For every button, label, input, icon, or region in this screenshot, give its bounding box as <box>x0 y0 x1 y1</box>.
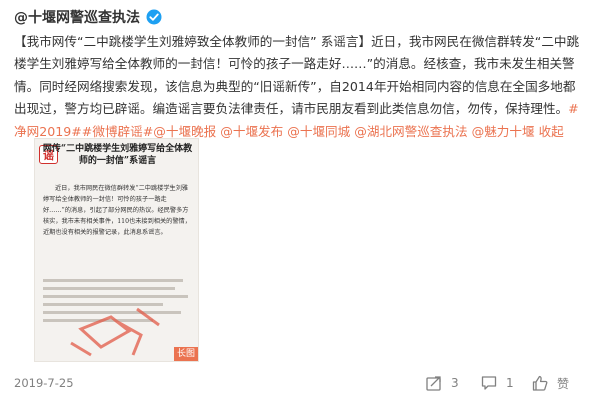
comment-count: 1 <box>506 376 514 390</box>
mention-link[interactable]: @湖北网警巡查执法 <box>354 124 467 139</box>
author-name[interactable]: @十堰网警巡查执法 <box>14 7 140 27</box>
share-button[interactable]: 3 <box>426 373 459 393</box>
post-body-text: 【我市网传“二中跳楼学生刘雅婷致全体教师的一封信” 系谣言】近日，我市网民在微信… <box>14 34 580 117</box>
long-image-badge: 长图 <box>173 347 198 361</box>
post-footer: 2019-7-25 3 1 赞 <box>14 373 574 393</box>
mention-link[interactable]: @十堰同城 <box>287 124 350 139</box>
share-icon <box>426 376 441 391</box>
share-count: 3 <box>451 376 459 390</box>
like-icon <box>532 375 548 391</box>
post-date[interactable]: 2019-7-25 <box>14 376 74 390</box>
mention-link[interactable]: @魅力十堰 <box>472 124 535 139</box>
mention-link[interactable]: @十堰发布 <box>220 124 283 139</box>
image-doc-title: 网传“二中跳楼学生刘雅婷写给全体教师的一封信”系谣言 <box>42 144 193 166</box>
image-doc-body: 近日，我市网民在微信群转发“二中跳楼学生刘雅婷写给全体教师的一封信！可怜的孩子一… <box>43 185 191 236</box>
collapse-link[interactable]: 收起 <box>539 124 564 139</box>
like-button[interactable]: 赞 <box>532 373 569 393</box>
post-text: 【我市网传“二中跳楼学生刘雅婷致全体教师的一封信” 系谣言】近日，我市网民在微信… <box>14 31 580 143</box>
long-image-thumbnail[interactable]: 谣 网传“二中跳楼学生刘雅婷写给全体教师的一封信”系谣言 近日，我市网民在微信群… <box>34 138 199 362</box>
comment-button[interactable]: 1 <box>481 373 514 393</box>
like-label: 赞 <box>557 376 570 391</box>
blurred-document-area <box>43 279 188 357</box>
post-header: @十堰网警巡查执法 <box>14 7 162 27</box>
verified-icon <box>146 9 162 25</box>
mention-link[interactable]: @十堰晚报 <box>153 124 216 139</box>
hashtag[interactable]: #微博辟谣# <box>82 124 153 139</box>
comment-icon <box>481 376 497 390</box>
